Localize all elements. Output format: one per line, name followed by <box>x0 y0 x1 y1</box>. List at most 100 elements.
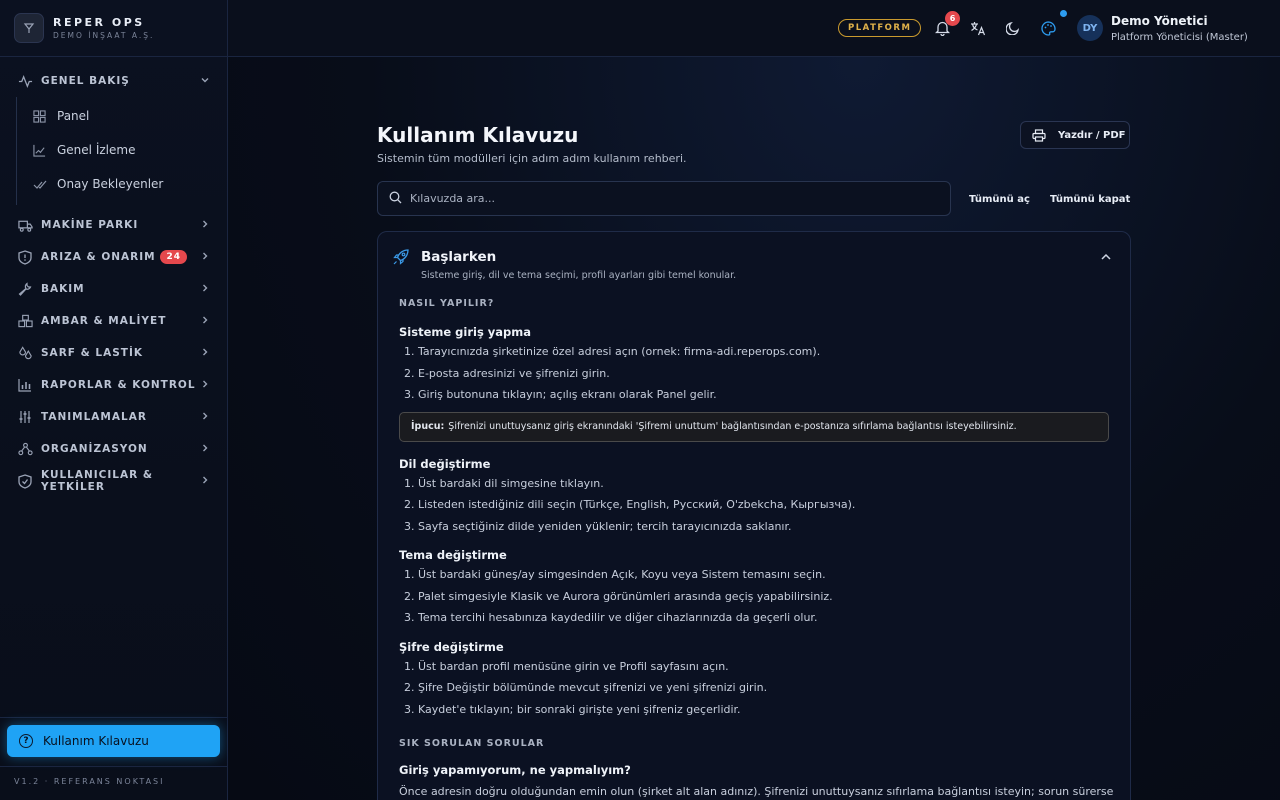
sidebar-group-label: TANIMLAMALAR <box>41 411 147 423</box>
activity-icon <box>17 73 33 89</box>
sidebar-group-kullanicilar-yetkiler[interactable]: KULLANICILAR & YETKİLER <box>0 465 227 497</box>
expand-all-button[interactable]: Tümünü aç <box>969 194 1030 205</box>
chevron-up-icon[interactable] <box>1100 248 1112 267</box>
truck-icon <box>17 217 33 233</box>
language-button[interactable] <box>968 18 988 38</box>
tip-box: İpucu: Şifrenizi unuttuysanız giriş ekra… <box>399 411 1109 442</box>
boxes-icon <box>17 313 33 329</box>
sidebar-group-ariza-onarim[interactable]: ARIZA & ONARIM 24 <box>0 241 227 273</box>
check-double-icon <box>33 177 47 191</box>
drops-icon <box>17 345 33 361</box>
user-guide-button[interactable]: ? Kullanım Kılavuzu <box>7 725 220 757</box>
sidebar-group-label: KULLANICILAR & YETKİLER <box>41 469 154 493</box>
search-input[interactable] <box>410 192 930 205</box>
collapse-all-button[interactable]: Tümünü kapat <box>1050 194 1130 205</box>
sidebar-item-genel-izleme[interactable]: Genel İzleme <box>17 133 227 167</box>
tip-text: Şifrenizi unuttuysanız giriş ekranındaki… <box>448 421 1017 432</box>
platform-badge[interactable]: PLATFORM <box>838 19 922 37</box>
sidebar-group-genel-bakis[interactable]: GENEL BAKIŞ <box>0 65 227 97</box>
user-name[interactable]: Demo Yönetici <box>1111 14 1208 28</box>
brand-logo-icon <box>14 13 44 43</box>
sidebar-group-makine-parki[interactable]: MAKİNE PARKI <box>0 209 227 241</box>
version-label: V1.2 · REFERANS NOKTASI <box>14 777 165 786</box>
sidebar-group-label: AMBAR & MALİYET <box>41 315 167 327</box>
sidebar-group-label: ORGANİZASYON <box>41 443 148 455</box>
tip-label: İpucu: <box>411 421 445 432</box>
chart-line-icon <box>33 143 47 157</box>
sidebar-item-label: Panel <box>57 109 90 123</box>
chevron-down-icon <box>199 75 211 88</box>
topic-title: Sisteme giriş yapma <box>399 325 532 339</box>
brand-name: REPER OPS <box>53 16 145 29</box>
sidebar-group-label: SARF & LASTİK <box>41 347 143 359</box>
brand-subtitle: DEMO İNŞAAT A.Ş. <box>53 31 155 40</box>
status-dot <box>1060 10 1067 17</box>
section-title[interactable]: Başlarken <box>421 249 496 265</box>
howto-label: NASIL YAPILIR? <box>399 298 495 309</box>
faq-label: SIK SORULAN SORULAR <box>399 738 545 749</box>
sidebar-group-label: GENEL BAKIŞ <box>41 75 130 87</box>
bar-chart-icon <box>17 377 33 393</box>
sidebar-item-panel[interactable]: Panel <box>17 99 227 133</box>
step-item: 3. Kaydet'e tıklayın; bir sonraki girişt… <box>404 702 741 716</box>
chevron-right-icon <box>199 475 211 488</box>
chevron-right-icon <box>199 315 211 328</box>
topbar: PLATFORM 6 DY Demo Yönetici Platform Yön… <box>228 0 1280 57</box>
sidebar-sublist-genel-bakis: Panel Genel İzleme Onay Bekleyenler <box>16 97 227 205</box>
step-item: 2. Listeden istediğiniz dili seçin (Türk… <box>404 498 856 511</box>
sidebar-group-organizasyon[interactable]: ORGANİZASYON <box>0 433 227 465</box>
translate-icon <box>971 21 986 35</box>
search-icon <box>389 189 402 208</box>
topic-title: Tema değiştirme <box>399 548 507 562</box>
sidebar-group-raporlar-kontrol[interactable]: RAPORLAR & KONTROL <box>0 369 227 401</box>
dashboard-icon <box>33 109 47 123</box>
sidebar-group-ambar-maliyet[interactable]: AMBAR & MALİYET <box>0 305 227 337</box>
sidebar-group-label: BAKIM <box>41 283 85 295</box>
step-item: 3. Giriş butonuna tıklayın; açılış ekran… <box>404 388 717 401</box>
page-title: Kullanım Kılavuzu <box>377 123 579 147</box>
sidebar-nav: GENEL BAKIŞ Panel Genel İzleme Onay Bekl… <box>0 57 227 497</box>
sidebar: REPER OPS DEMO İNŞAAT A.Ş. GENEL BAKIŞ P… <box>0 0 228 800</box>
step-item: 2. Palet simgesiyle Klasik ve Aurora gör… <box>404 589 833 603</box>
step-item: 3. Tema tercihi hesabınıza kaydedilir ve… <box>404 611 818 624</box>
print-pdf-button[interactable]: Yazdır / PDF <box>1020 121 1130 149</box>
guide-section-card: Başlarken Sisteme giriş, dil ve tema seç… <box>377 231 1131 800</box>
sidebar-group-sarf-lastik[interactable]: SARF & LASTİK <box>0 337 227 369</box>
guide-search[interactable] <box>377 181 951 216</box>
sidebar-group-label: RAPORLAR & KONTROL <box>41 379 196 391</box>
sidebar-item-label: Onay Bekleyenler <box>57 177 164 191</box>
divider <box>0 717 227 718</box>
page-subtitle: Sistemin tüm modülleri için adım adım ku… <box>377 152 687 165</box>
palette-button[interactable] <box>1038 18 1058 38</box>
main-content: Kullanım Kılavuzu Sistemin tüm modülleri… <box>228 57 1280 800</box>
chevron-right-icon <box>199 219 211 232</box>
count-badge: 24 <box>160 250 187 264</box>
step-item: 2. Şifre Değiştir bölümünde mevcut şifre… <box>404 681 768 694</box>
rocket-icon <box>392 248 410 270</box>
help-circle-icon: ? <box>19 734 33 748</box>
sliders-icon <box>17 409 33 425</box>
chevron-right-icon <box>199 347 211 360</box>
theme-toggle-button[interactable] <box>1003 18 1023 38</box>
org-chart-icon <box>17 441 33 457</box>
sidebar-group-label: MAKİNE PARKI <box>41 219 139 231</box>
faq-question: Giriş yapamıyorum, ne yapmalıyım? <box>399 763 631 777</box>
sidebar-item-label: Genel İzleme <box>57 143 136 157</box>
brand[interactable]: REPER OPS DEMO İNŞAAT A.Ş. <box>0 0 227 57</box>
divider <box>0 766 227 767</box>
shield-check-icon <box>17 473 33 489</box>
chevron-right-icon <box>199 251 211 264</box>
avatar[interactable]: DY <box>1077 15 1103 41</box>
user-guide-label: Kullanım Kılavuzu <box>43 734 149 748</box>
printer-icon <box>1032 128 1046 142</box>
moon-icon <box>1006 21 1020 35</box>
step-item: 1. Üst bardaki güneş/ay simgesinden Açık… <box>404 568 826 581</box>
wrench-icon <box>17 281 33 297</box>
sidebar-group-bakim[interactable]: BAKIM <box>0 273 227 305</box>
sidebar-item-onay-bekleyenler[interactable]: Onay Bekleyenler <box>17 167 227 201</box>
notification-count-badge: 6 <box>945 11 960 26</box>
user-role: Platform Yöneticisi (Master) <box>1111 32 1248 43</box>
step-item: 1. Tarayıcınızda şirketinize özel adresi… <box>404 345 821 358</box>
sidebar-group-tanimlamalar[interactable]: TANIMLAMALAR <box>0 401 227 433</box>
step-item: 1. Üst bardan profil menüsüne girin ve P… <box>404 659 729 673</box>
